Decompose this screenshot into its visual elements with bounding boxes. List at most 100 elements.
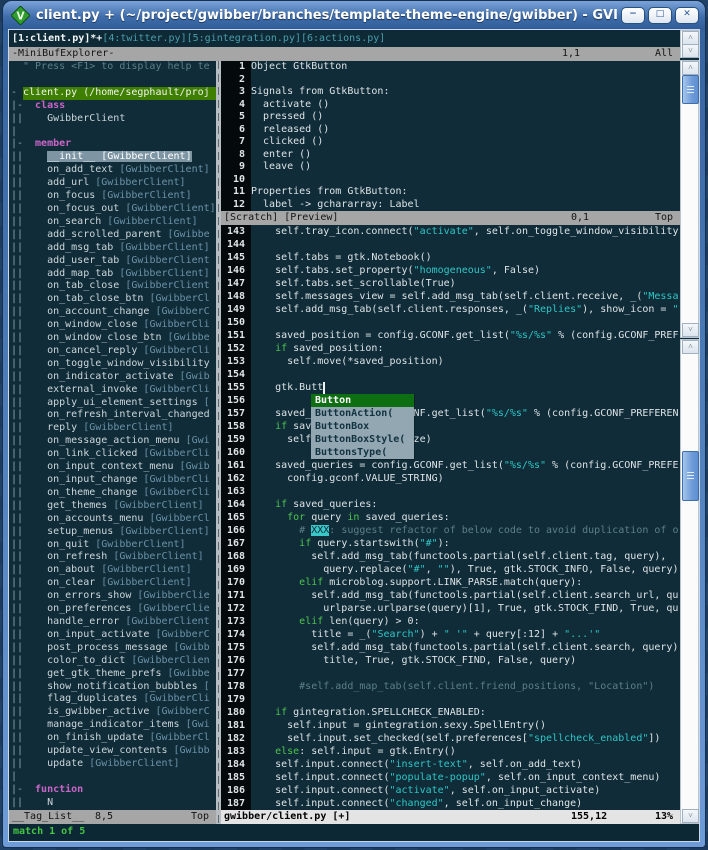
completion-item[interactable]: Button xyxy=(311,394,414,407)
code-line[interactable]: 145 self.tabs = gtk.Notebook() xyxy=(221,251,680,264)
fold-marker[interactable]: | xyxy=(9,126,23,139)
taglist-row[interactable]: || handle_error [GwibberClient xyxy=(9,616,216,629)
fold-marker[interactable]: || xyxy=(9,706,23,719)
taglist-row[interactable]: || get_themes [GwibberClient] xyxy=(9,500,216,513)
code-line[interactable]: 4 activate () xyxy=(221,98,680,111)
code-line[interactable]: 185 self.input.connect("populate-popup",… xyxy=(221,771,680,784)
taglist-row[interactable]: || on_indicator_activate [Gwib xyxy=(9,371,216,384)
maximize-icon[interactable]: □ xyxy=(648,7,672,24)
code-line[interactable]: 10 xyxy=(221,173,680,186)
code-line[interactable]: 158 if saved_size: xyxy=(221,420,680,433)
scroll-up-icon[interactable]: ˄ xyxy=(682,61,699,75)
code-line[interactable]: 176 title, True, gtk.STOCK_FIND, False, … xyxy=(221,654,680,667)
preview-scrollbar-track[interactable]: ˄ ˅ xyxy=(680,60,699,338)
fold-marker[interactable]: || xyxy=(9,487,23,500)
fold-marker[interactable]: || xyxy=(9,590,23,603)
taglist-row[interactable]: || on_preferences [GwibberClie xyxy=(9,603,216,616)
fold-marker[interactable]: || xyxy=(9,719,23,732)
code-scrollbar-track[interactable]: ˄ ˅ xyxy=(680,339,699,824)
taglist-row[interactable]: || on_window_close [GwibberCli xyxy=(9,319,216,332)
code-line[interactable]: 184 self.input.connect("insert-text", se… xyxy=(221,758,680,771)
taglist-row[interactable]: || post_process_message [Gwibb xyxy=(9,642,216,655)
fold-marker[interactable]: || xyxy=(9,255,23,268)
code-line[interactable]: 162 config.gconf.VALUE_STRING) xyxy=(221,472,680,485)
fold-marker[interactable]: |- xyxy=(9,784,23,797)
fold-marker[interactable]: || xyxy=(9,564,23,577)
fold-marker[interactable]: || xyxy=(9,177,23,190)
code-line[interactable]: 148 self.messages_view = self.add_msg_ta… xyxy=(221,290,680,303)
taglist-row[interactable]: || color_to_dict [GwibberClien xyxy=(9,655,216,668)
code-line[interactable]: 7 clicked () xyxy=(221,136,680,149)
taglist-row[interactable]: || show_notification_bubbles [ xyxy=(9,681,216,694)
taglist-row[interactable]: || update_view_contents [Gwibb xyxy=(9,745,216,758)
code-line[interactable]: 155 gtk.Butt xyxy=(221,381,680,394)
taglist-row[interactable]: || get_gtk_theme_prefs [Gwibbe xyxy=(9,668,216,681)
scroll-down-icon[interactable]: ˅ xyxy=(682,809,699,823)
taglist-row[interactable]: || setup_menus [GwibberClient] xyxy=(9,526,216,539)
code-line[interactable]: 153 self.move(*saved_position) xyxy=(221,355,680,368)
taglist-row[interactable]: || on_input_context_menu [Gwib xyxy=(9,461,216,474)
code-line[interactable]: 146 self.tabs.set_property("homogeneous"… xyxy=(221,264,680,277)
code-line[interactable]: 169 query.replace("#", ""), True, gtk.ST… xyxy=(221,563,680,576)
fold-marker[interactable]: || xyxy=(9,616,23,629)
fold-marker[interactable]: || xyxy=(9,655,23,668)
titlebar[interactable]: V client.py + (~/project/gwibber/branche… xyxy=(3,1,705,30)
completion-item[interactable]: ButtonAction( xyxy=(311,407,414,420)
taglist-row[interactable]: | xyxy=(9,126,216,139)
code-line[interactable]: 150 xyxy=(221,316,680,329)
minibuf-scrollbar-track[interactable]: ˄ ˅ xyxy=(680,30,699,58)
taglist-row[interactable]: || on_add_text [GwibberClient] xyxy=(9,164,216,177)
code-line[interactable]: 154 xyxy=(221,368,680,381)
taglist-row[interactable]: || on_input_activate [GwibberC xyxy=(9,629,216,642)
fold-marker[interactable]: || xyxy=(9,603,23,616)
fold-marker[interactable]: || xyxy=(9,397,23,410)
fold-marker[interactable]: | xyxy=(9,771,23,784)
buffer-others[interactable]: [4:twitter.py][5:gintegration.py][6:acti… xyxy=(102,33,385,44)
taglist-row[interactable]: || add_map_tab [GwibberClient] xyxy=(9,268,216,281)
fold-marker[interactable]: || xyxy=(9,435,23,448)
fold-marker[interactable]: |- xyxy=(9,138,23,151)
fold-marker[interactable]: || xyxy=(9,797,23,810)
code-line[interactable]: 144 xyxy=(221,238,680,251)
code-line[interactable]: 174 title = _("Search") + " '" + query[:… xyxy=(221,628,680,641)
code-line[interactable]: 152 if saved_position: xyxy=(221,342,680,355)
code-scrollbar-thumb[interactable] xyxy=(682,451,699,501)
fold-marker[interactable]: || xyxy=(9,242,23,255)
taglist-row[interactable]: || external_invoke [GwibberCli xyxy=(9,384,216,397)
fold-marker[interactable]: - xyxy=(9,87,23,100)
taglist-row[interactable]: || add_scrolled_parent [Gwibbe xyxy=(9,229,216,242)
taglist-pane[interactable]: " Press <F1> to display help te - client.p… xyxy=(9,61,216,810)
close-icon[interactable]: ✕ xyxy=(675,7,699,24)
fold-marker[interactable]: || xyxy=(9,629,23,642)
scroll-down-icon[interactable]: ˅ xyxy=(682,323,699,337)
fold-marker[interactable] xyxy=(9,61,23,74)
taglist-row[interactable]: || on_theme_change [GwibberCli xyxy=(9,487,216,500)
fold-marker[interactable]: || xyxy=(9,384,23,397)
fold-marker[interactable]: || xyxy=(9,668,23,681)
taglist-row[interactable]: - client.py (/home/segphault/proj xyxy=(9,86,216,100)
code-line[interactable]: 151 saved_position = config.GCONF.get_li… xyxy=(221,329,680,342)
code-line[interactable]: 187 self.input.connect("changed", self.o… xyxy=(221,797,680,810)
taglist-row[interactable]: || on_link_clicked [GwibberCli xyxy=(9,448,216,461)
completion-item[interactable]: ButtonBoxStyle( xyxy=(311,433,414,446)
taglist-row[interactable]: |- class xyxy=(9,100,216,113)
code-line[interactable]: 171 self.add_msg_tab(functools.partial(s… xyxy=(221,589,680,602)
code-editor-pane[interactable]: 143 self.tray_icon.connect("activate", s… xyxy=(221,225,680,810)
preview-scrollbar-thumb[interactable] xyxy=(682,75,699,104)
fold-marker[interactable]: || xyxy=(9,358,23,371)
code-line[interactable]: 156 xyxy=(221,394,680,407)
fold-marker[interactable]: || xyxy=(9,293,23,306)
scroll-up-icon[interactable]: ˄ xyxy=(682,340,699,354)
taglist-row[interactable]: || __init__ [GwibberClient] xyxy=(9,151,216,164)
fold-marker[interactable]: || xyxy=(9,461,23,474)
taglist-row[interactable]: || on_finish_update [GwibberCl xyxy=(9,732,216,745)
fold-marker[interactable]: || xyxy=(9,513,23,526)
taglist-row[interactable]: || on_errors_show [GwibberClie xyxy=(9,590,216,603)
fold-marker[interactable]: || xyxy=(9,422,23,435)
minimize-icon[interactable]: − xyxy=(621,7,645,24)
fold-marker[interactable]: || xyxy=(9,693,23,706)
fold-marker[interactable]: || xyxy=(9,268,23,281)
fold-marker[interactable]: || xyxy=(9,577,23,590)
fold-marker[interactable]: || xyxy=(9,409,23,422)
fold-marker[interactable]: || xyxy=(9,332,23,345)
